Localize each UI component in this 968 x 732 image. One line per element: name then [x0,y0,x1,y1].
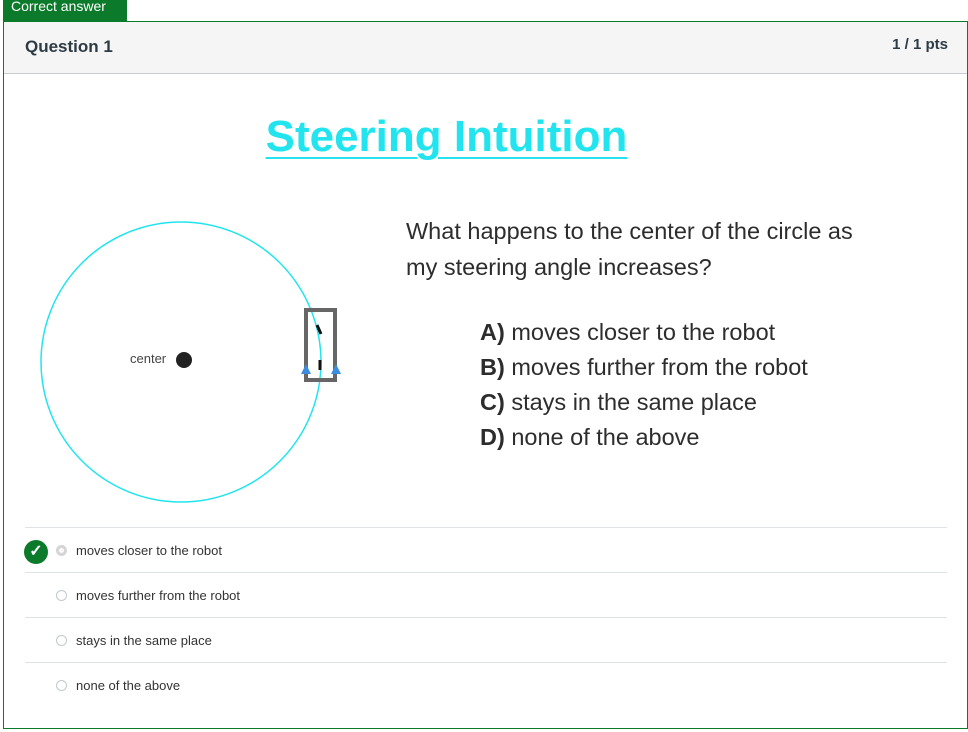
slide-option-a: A) moves closer to the robot [480,319,776,345]
center-label: center [130,351,167,366]
slide-option-d: D) none of the above [480,424,700,450]
answer-list: ✓ moves closer to the robot moves furthe… [24,527,947,707]
answer-option[interactable]: ✓ moves closer to the robot [24,527,947,572]
question-header: Question 1 1 / 1 pts [4,22,967,74]
slide-question-text: What happens to the center of the circle… [406,218,853,280]
right-arrow-icon [331,364,341,374]
answer-label: stays in the same place [76,633,212,648]
question-points: 1 / 1 pts [892,36,948,53]
center-point [176,352,192,368]
answer-option[interactable]: moves further from the robot [25,572,947,617]
slide-option-b: B) moves further from the robot [480,354,808,380]
question-image: Steering Intuition center What happens t… [4,74,967,529]
answer-option[interactable]: stays in the same place [25,617,947,662]
steering-diagram: center [40,221,341,503]
answer-label: moves further from the robot [76,588,241,603]
answer-radio[interactable] [56,680,67,691]
answer-radio[interactable] [56,590,67,601]
answer-label: none of the above [76,678,181,693]
answer-label: moves closer to the robot [76,543,222,558]
answer-option[interactable]: none of the above [25,662,947,707]
answer-radio[interactable] [56,635,67,646]
slide-option-c: C) stays in the same place [480,389,757,415]
question-card: Question 1 1 / 1 pts Steering Intuition … [3,21,968,729]
check-icon: ✓ [24,540,48,564]
correct-answer-tag: Correct answer [3,0,127,21]
answer-radio-selected[interactable] [56,545,67,556]
left-arrow-icon [301,364,311,374]
question-title: Question 1 [25,37,113,56]
